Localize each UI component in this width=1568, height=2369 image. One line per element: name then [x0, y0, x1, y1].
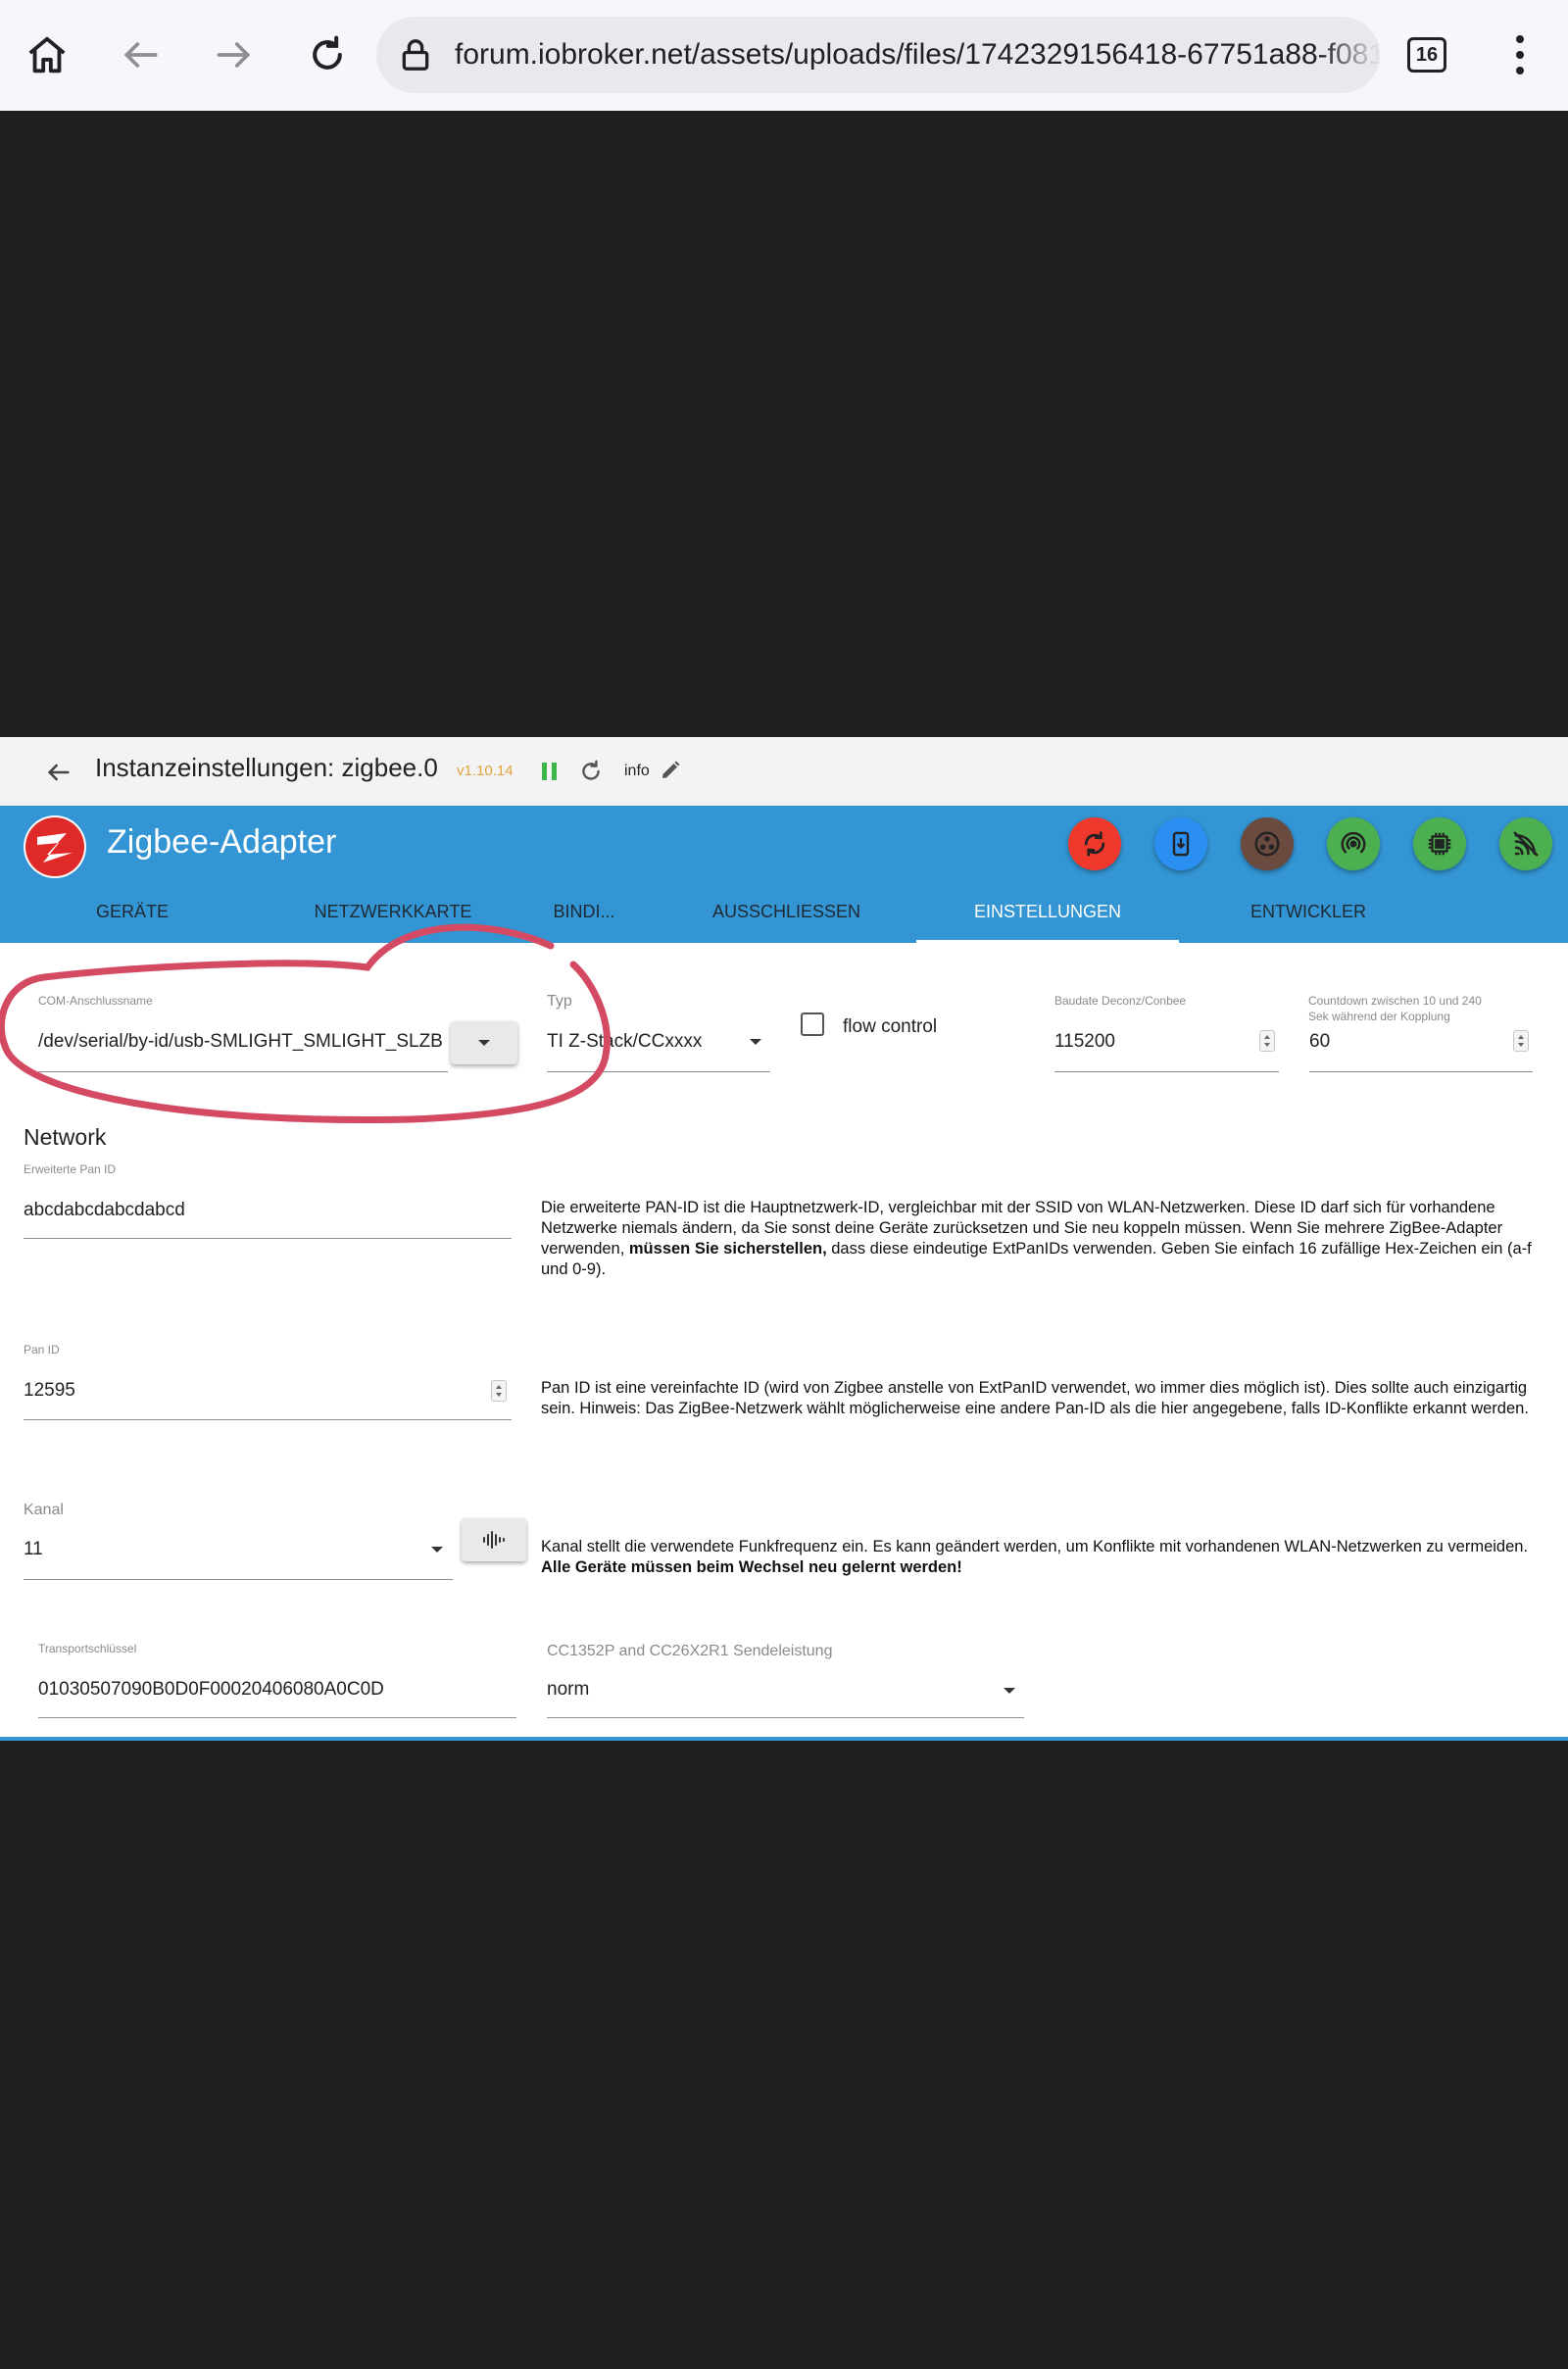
countdown-stepper[interactable]	[1513, 1030, 1529, 1052]
channel-select[interactable]: 11	[24, 1539, 43, 1560]
more-vert-icon[interactable]	[1505, 33, 1535, 76]
browser-toolbar: forum.iobroker.net/assets/uploads/files/…	[0, 0, 1568, 111]
edit-icon[interactable]	[659, 759, 682, 782]
baud-rate-stepper[interactable]	[1259, 1030, 1275, 1052]
tab-ausschliessen[interactable]: AUSSCHLIESSEN	[676, 892, 897, 943]
tab-netzwerkkarte[interactable]: NETZWERKKARTE	[290, 892, 496, 943]
app-bar: Zigbee-Adapter GERÄTE NETZWERKKARTE BIND…	[0, 806, 1568, 943]
tab-entwickler[interactable]: ENTWICKLER	[1205, 892, 1411, 943]
channel-scan-button[interactable]	[462, 1518, 526, 1561]
baud-rate-input[interactable]: 115200	[1054, 1031, 1115, 1053]
chip-icon[interactable]	[1413, 817, 1466, 870]
device-install-icon[interactable]	[1154, 817, 1207, 870]
typ-label: Typ	[547, 993, 572, 1010]
countdown-label: Countdown zwischen 10 und 240	[1308, 994, 1482, 1008]
tab-binding[interactable]: BINDI...	[535, 892, 633, 943]
address-bar[interactable]: forum.iobroker.net/assets/uploads/files/…	[376, 17, 1380, 93]
transport-key-input[interactable]: 01030507090B0D0F00020406080A0C0D	[38, 1679, 384, 1701]
instance-header: Instanzeinstellungen: zigbee.0 v1.10.14 …	[0, 737, 1568, 806]
instance-title: Instanzeinstellungen: zigbee.0	[95, 753, 438, 782]
arrow-back-icon[interactable]	[45, 759, 73, 786]
channel-description: Kanal stellt die verwendete Funkfrequenz…	[541, 1538, 1529, 1576]
pan-id-description: Pan ID ist eine vereinfachte ID (wird vo…	[541, 1379, 1529, 1417]
lock-icon	[396, 35, 435, 74]
flow-control-label: flow control	[843, 1016, 938, 1037]
scan-signal-icon	[483, 1531, 505, 1549]
caret-down-icon	[1004, 1688, 1015, 1694]
transport-key-label: Transportschlüssel	[38, 1642, 137, 1655]
network-nodes-icon[interactable]	[1241, 817, 1294, 870]
pan-id-stepper[interactable]	[491, 1380, 507, 1402]
transmit-power-select[interactable]: norm	[547, 1679, 589, 1701]
com-port-label: COM-Anschlussname	[38, 994, 153, 1008]
tab-einstellungen[interactable]: EINSTELLUNGEN	[916, 892, 1179, 943]
app-name: Zigbee-Adapter	[107, 823, 337, 861]
screenshot-image: Instanzeinstellungen: zigbee.0 v1.10.14 …	[0, 737, 1568, 1741]
com-port-input[interactable]: /dev/serial/by-id/usb-SMLIGHT_SMLIGHT_SL…	[38, 1031, 455, 1053]
pan-id-input[interactable]: 12595	[24, 1380, 75, 1402]
ext-pan-id-description: Die erweiterte PAN-ID ist die Hauptnetzw…	[541, 1199, 1532, 1278]
zigbee-logo-icon	[24, 815, 86, 878]
ext-pan-id-label: Erweiterte Pan ID	[24, 1162, 117, 1176]
tabs-icon[interactable]: 16	[1407, 37, 1446, 73]
typ-select[interactable]: TI Z-Stack/CCxxxx	[547, 1031, 743, 1053]
sync-icon[interactable]	[1068, 817, 1121, 870]
com-port-dropdown-button[interactable]	[451, 1021, 517, 1064]
version-badge: v1.10.14	[457, 763, 514, 779]
pairing-signal-icon[interactable]	[1327, 817, 1380, 870]
back-arrow-icon[interactable]	[112, 25, 171, 84]
baud-rate-label: Baudate Deconz/Conbee	[1054, 994, 1187, 1008]
home-icon[interactable]	[18, 25, 76, 84]
signal-off-icon[interactable]	[1499, 817, 1552, 870]
caret-down-icon	[431, 1547, 443, 1553]
ext-pan-id-input[interactable]: abcdabcdabcdabcd	[24, 1200, 185, 1221]
countdown-label-line2: Sek während der Kopplung	[1308, 1010, 1450, 1023]
channel-label: Kanal	[24, 1502, 64, 1518]
url-text: forum.iobroker.net/assets/uploads/files/…	[455, 38, 1380, 71]
flow-control-checkbox[interactable]	[801, 1012, 824, 1036]
network-section-title: Network	[24, 1124, 107, 1150]
reload-icon[interactable]	[298, 25, 357, 84]
tab-geraete[interactable]: GERÄTE	[39, 892, 225, 943]
info-link[interactable]: info	[624, 763, 650, 780]
transmit-power-label: CC1352P and CC26X2R1 Sendeleistung	[547, 1643, 833, 1659]
pause-icon[interactable]	[541, 761, 559, 782]
caret-down-icon	[750, 1039, 761, 1045]
restart-icon[interactable]	[578, 759, 604, 784]
countdown-input[interactable]: 60	[1309, 1031, 1330, 1053]
pan-id-label: Pan ID	[24, 1343, 60, 1357]
forward-arrow-icon[interactable]	[204, 25, 263, 84]
caret-down-icon	[478, 1040, 490, 1046]
